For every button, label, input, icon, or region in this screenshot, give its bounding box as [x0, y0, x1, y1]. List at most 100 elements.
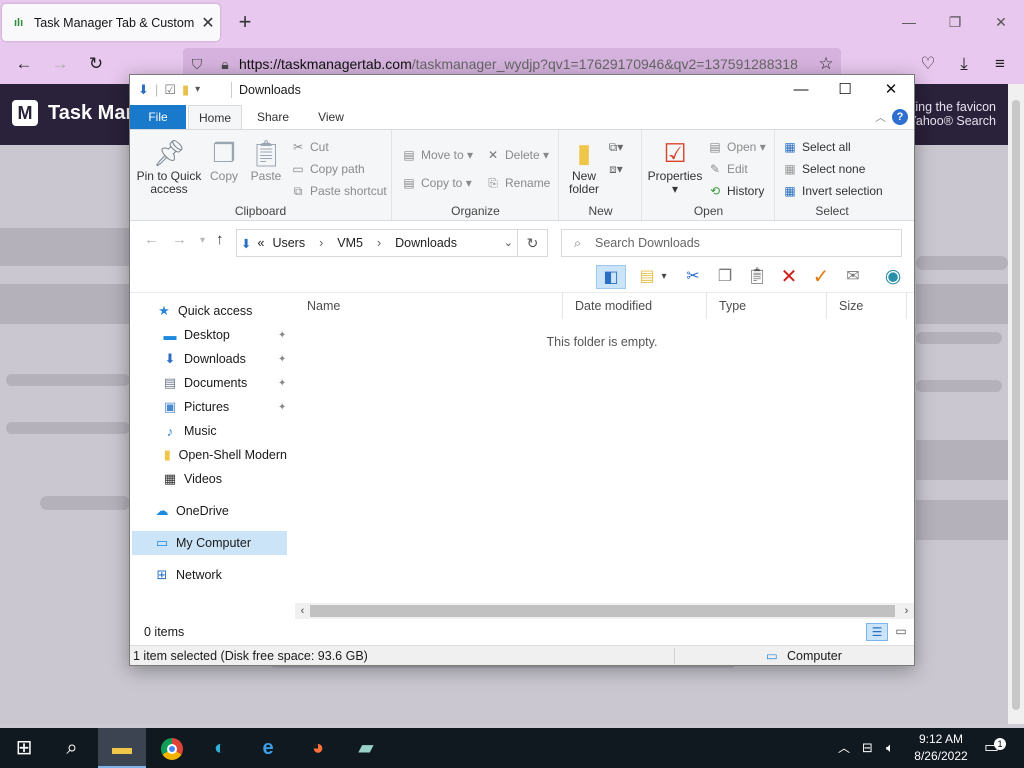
preview-pane-icon[interactable]: ◧: [596, 265, 626, 289]
help-icon[interactable]: ?: [892, 109, 908, 125]
search-taskbar-icon[interactable]: ⌕: [48, 728, 96, 768]
move-to-button[interactable]: ▤ Move to ▾: [401, 146, 473, 164]
explorer-forward-icon[interactable]: →: [172, 231, 187, 248]
breadcrumb-users[interactable]: Users: [272, 236, 305, 250]
column-size[interactable]: Size: [827, 293, 907, 319]
minimize-button[interactable]: —: [886, 8, 932, 36]
paste-button[interactable]: 📋︎ Paste: [246, 136, 286, 183]
tracking-protection-icon[interactable]: ⛉: [183, 56, 211, 73]
scrollbar-thumb[interactable]: [1012, 100, 1020, 710]
paste-shortcut-button[interactable]: ⧉ Paste shortcut: [290, 182, 387, 200]
properties-button[interactable]: ☑ Properties ▾: [645, 136, 705, 196]
column-date-modified[interactable]: Date modified: [563, 293, 707, 319]
new-folder-button[interactable]: ▮ New folder: [564, 136, 604, 196]
customize-qat-icon[interactable]: ▾: [195, 82, 200, 98]
tab-share[interactable]: Share: [246, 105, 300, 129]
details-view-icon[interactable]: ☰: [866, 623, 888, 641]
pin-to-quick-access-button[interactable]: 📌︎ Pin to Quick access: [136, 136, 202, 196]
invert-selection-button[interactable]: ▦ Invert selection: [782, 182, 882, 200]
collapse-ribbon-icon[interactable]: ︿: [875, 109, 886, 125]
explorer-address-bar[interactable]: ⬇ « Users › VM5 › Downloads ⌄ ↻: [236, 229, 548, 257]
properties-icon[interactable]: ☑: [164, 82, 176, 98]
back-button[interactable]: ←: [10, 50, 38, 78]
hscroll-thumb[interactable]: [310, 605, 895, 617]
nav-downloads[interactable]: ⬇ Downloads ✦: [162, 347, 287, 371]
column-type[interactable]: Type: [707, 293, 827, 319]
browser-tab[interactable]: ılı Task Manager Tab & Custom W ✕: [2, 4, 220, 41]
internet-explorer-icon[interactable]: e: [244, 728, 292, 768]
breadcrumb-overflow[interactable]: «: [257, 236, 264, 250]
app-icon[interactable]: ▰: [342, 728, 390, 768]
notification-icon[interactable]: ▭ 1: [984, 728, 1006, 768]
new-tab-button[interactable]: +: [232, 8, 258, 36]
nav-pictures[interactable]: ▣ Pictures ✦: [162, 395, 287, 419]
pocket-icon[interactable]: ♡: [914, 50, 942, 78]
folder-options-dropdown-icon[interactable]: ▾: [658, 265, 670, 289]
site-logo-text[interactable]: Task Man: [48, 102, 138, 125]
clock[interactable]: 9:12 AM 8/26/2022: [906, 731, 976, 765]
tab-file[interactable]: File: [130, 105, 186, 129]
file-explorer-taskbar-icon[interactable]: ▬: [98, 728, 146, 768]
breadcrumb-downloads[interactable]: Downloads: [395, 236, 457, 250]
menu-icon[interactable]: ≡: [986, 50, 1014, 78]
delete-toolbar-icon[interactable]: ✕: [776, 265, 802, 289]
show-hidden-icons[interactable]: ︿: [838, 728, 850, 768]
folder-options-icon[interactable]: ▤: [634, 265, 660, 289]
easy-access-button[interactable]: ⧈▾: [608, 160, 628, 178]
tab-home[interactable]: Home: [188, 105, 242, 129]
nav-videos[interactable]: ▦ Videos: [162, 467, 222, 491]
nav-my-computer[interactable]: ▭ My Computer: [132, 531, 287, 555]
edge-icon[interactable]: ◐: [196, 728, 244, 768]
restore-button[interactable]: ❐: [932, 8, 978, 36]
up-icon[interactable]: ↑: [216, 231, 224, 248]
firefox-icon[interactable]: ◕: [294, 728, 342, 768]
close-window-button[interactable]: ✕: [978, 8, 1024, 36]
cut-button[interactable]: ✂ Cut: [290, 138, 329, 156]
start-button[interactable]: ⊞: [0, 728, 48, 768]
large-icons-view-icon[interactable]: ▭: [890, 623, 912, 641]
page-scrollbar[interactable]: [1008, 84, 1024, 724]
horizontal-scrollbar[interactable]: ‹ ›: [295, 603, 914, 619]
properties-toolbar-icon[interactable]: ✓: [808, 265, 834, 289]
nav-openshell[interactable]: ▮ Open-Shell Modern: [162, 443, 287, 467]
select-none-button[interactable]: ▦ Select none: [782, 160, 865, 178]
nav-music[interactable]: ♪ Music: [162, 419, 217, 443]
copy-toolbar-icon[interactable]: ❐: [712, 265, 738, 289]
search-box[interactable]: ⌕ Search Downloads: [561, 229, 902, 257]
history-button[interactable]: ⟲ History: [707, 182, 764, 200]
nav-documents[interactable]: ▤ Documents ✦: [162, 371, 287, 395]
scroll-right-icon[interactable]: ›: [899, 603, 914, 619]
new-item-button[interactable]: ⧉▾: [608, 138, 628, 156]
volume-icon[interactable]: 🔈︎: [886, 728, 894, 768]
explorer-close-button[interactable]: ✕: [868, 75, 914, 105]
paste-toolbar-icon[interactable]: 📋︎: [744, 265, 770, 289]
new-folder-icon[interactable]: ▮: [182, 82, 189, 98]
address-dropdown-icon[interactable]: ⌄: [504, 236, 513, 249]
refresh-icon[interactable]: ↻: [517, 230, 547, 256]
nav-onedrive[interactable]: ☁ OneDrive: [154, 499, 229, 523]
explorer-back-icon[interactable]: ←: [144, 231, 159, 248]
reload-button[interactable]: ↻: [82, 50, 110, 78]
lock-icon[interactable]: 🔒︎: [211, 56, 239, 73]
copy-to-button[interactable]: ▤ Copy to ▾: [401, 174, 471, 192]
rename-button[interactable]: ⎘ Rename: [485, 174, 550, 192]
scroll-left-icon[interactable]: ‹: [295, 603, 310, 619]
select-all-button[interactable]: ▦ Select all: [782, 138, 850, 156]
copy-button[interactable]: ❐ Copy: [206, 136, 242, 183]
breadcrumb-vm5[interactable]: VM5: [337, 236, 363, 250]
site-logo-icon[interactable]: M: [12, 100, 38, 126]
tab-close-icon[interactable]: ✕: [196, 13, 220, 33]
nav-desktop[interactable]: ▬ Desktop ✦: [162, 323, 287, 347]
chrome-icon[interactable]: [148, 728, 196, 768]
network-tray-icon[interactable]: ⊟: [862, 728, 873, 768]
forward-button[interactable]: →: [46, 50, 74, 78]
shell-toolbar-icon[interactable]: ◉: [880, 265, 906, 289]
column-name[interactable]: Name: [295, 293, 563, 319]
open-button[interactable]: ▤ Open ▾: [707, 138, 765, 156]
explorer-maximize-button[interactable]: ☐: [822, 75, 868, 105]
downloads-icon[interactable]: ⤓: [950, 50, 978, 78]
copy-path-button[interactable]: ▭ Copy path: [290, 160, 364, 178]
email-toolbar-icon[interactable]: ✉: [840, 265, 866, 289]
tab-view[interactable]: View: [304, 105, 358, 129]
explorer-minimize-button[interactable]: —: [778, 75, 824, 105]
